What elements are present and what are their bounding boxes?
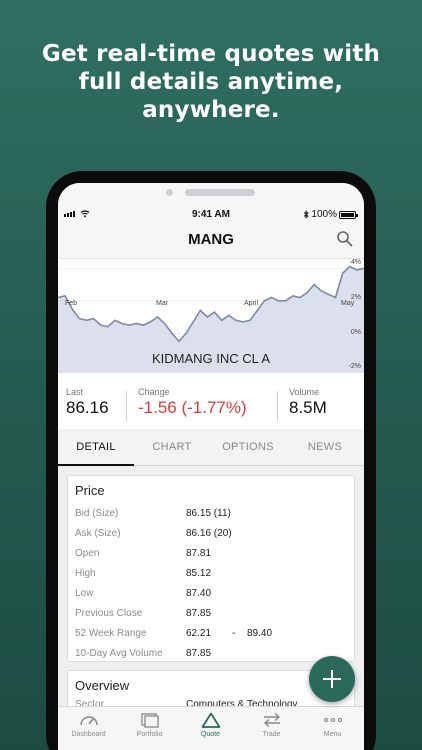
notch-area	[58, 183, 364, 207]
quote-stats: Last 86.16 Change -1.56 (-1.77%) Volume …	[58, 387, 364, 427]
tab-dashboard-label: Dashboard	[71, 731, 106, 738]
y-tick-label: -2%	[348, 363, 361, 370]
tab-quote-label: Quote	[200, 731, 221, 738]
tab-options[interactable]: OPTIONS	[210, 429, 286, 466]
camera-dot	[166, 189, 173, 196]
promo-line-2: full details anytime,	[78, 69, 344, 95]
stat-last-value: 86.16	[66, 398, 109, 417]
price-chart[interactable]: KIDMANG INC CL A	[58, 259, 364, 373]
price-row-label: Previous Close	[75, 608, 143, 619]
range-separator: -	[232, 628, 236, 639]
price-row-label: 52 Week Range	[75, 628, 147, 639]
price-row-label: Ask (Size)	[75, 528, 121, 539]
y-tick-label: 4%	[350, 259, 361, 266]
arrows-icon	[263, 712, 280, 728]
price-row-value-high: 89.40	[247, 628, 273, 639]
price-row-value: 86.15 (11)	[186, 508, 231, 519]
price-row-label: Bid (Size)	[75, 508, 119, 519]
price-row-label: Low	[75, 588, 94, 599]
stat-volume-label: Volume	[289, 387, 320, 397]
tab-portfolio-label: Portfolio	[136, 731, 163, 738]
price-row-label: High	[75, 568, 96, 579]
price-card: Price Bid (Size) 86.15 (11) Ask (Size) 8…	[67, 475, 355, 662]
tab-trade-label: Trade	[262, 731, 281, 738]
promo-line-3: anywhere.	[142, 97, 280, 123]
portfolio-icon	[140, 713, 159, 728]
promo-line-1: Get real-time quotes with	[41, 41, 381, 67]
bluetooth-icon	[304, 210, 310, 219]
gauge-icon	[79, 716, 98, 726]
bottom-tab-bar: Dashboard Portfolio Quote Trade Menu	[58, 706, 364, 750]
overview-heading: Overview	[75, 678, 130, 693]
add-fab-button[interactable]	[309, 656, 355, 702]
tab-menu[interactable]: Menu	[302, 712, 363, 738]
tab-chart[interactable]: CHART	[134, 429, 210, 466]
tab-portfolio[interactable]: Portfolio	[119, 712, 180, 738]
stat-change-value: -1.56 (-1.77%)	[138, 398, 247, 417]
triangle-icon	[201, 712, 220, 728]
tab-news[interactable]: NEWS	[287, 429, 363, 466]
x-tick-label: April	[244, 300, 259, 307]
stat-change: Change -1.56 (-1.77%)	[138, 387, 247, 418]
price-row-value: 87.85	[186, 608, 212, 619]
quote-tabs: DETAIL CHART OPTIONS NEWS	[58, 429, 364, 466]
nav-bar: MANG	[58, 225, 364, 259]
tab-dashboard[interactable]: Dashboard	[58, 712, 119, 738]
status-bar: 9:41 AM 100%	[58, 207, 364, 225]
stat-volume-value: 8.5M	[289, 398, 327, 417]
price-row-value: 85.12	[186, 568, 212, 579]
speaker-grille	[185, 189, 255, 196]
stat-last: Last 86.16	[66, 387, 109, 418]
tab-menu-label: Menu	[323, 731, 342, 738]
tab-trade[interactable]: Trade	[241, 712, 302, 738]
price-row-value: 62.21	[186, 628, 212, 639]
divider	[126, 391, 127, 421]
search-icon[interactable]	[336, 230, 354, 248]
tab-detail[interactable]: DETAIL	[58, 429, 134, 466]
y-tick-label: 2%	[350, 294, 361, 301]
promo-headline: Get real-time quotes with full details a…	[0, 40, 422, 124]
price-heading: Price	[75, 483, 105, 498]
price-row-value: 87.40	[186, 588, 212, 599]
y-tick-label: 0%	[350, 329, 361, 336]
stat-volume: Volume 8.5M	[289, 387, 327, 418]
tab-quote[interactable]: Quote	[180, 712, 241, 738]
battery-percent: 100%	[311, 209, 337, 220]
stat-change-label: Change	[138, 387, 170, 397]
price-row-value: 86.16 (20)	[186, 528, 232, 539]
x-tick-label: Feb	[65, 300, 78, 307]
price-row-label: Open	[75, 548, 100, 559]
stat-last-label: Last	[66, 387, 84, 397]
x-tick-label: Mar	[156, 300, 169, 307]
page-title: MANG	[188, 231, 234, 248]
x-tick-label: May	[341, 300, 355, 307]
divider	[277, 391, 278, 421]
chart-company-name: KIDMANG INC CL A	[152, 351, 270, 366]
battery-icon	[339, 210, 358, 219]
dots-icon	[323, 717, 342, 723]
price-row-value: 87.81	[186, 548, 212, 559]
price-row-label: 10-Day Avg Volume	[75, 648, 163, 659]
price-row-value: 87.85	[186, 648, 212, 659]
